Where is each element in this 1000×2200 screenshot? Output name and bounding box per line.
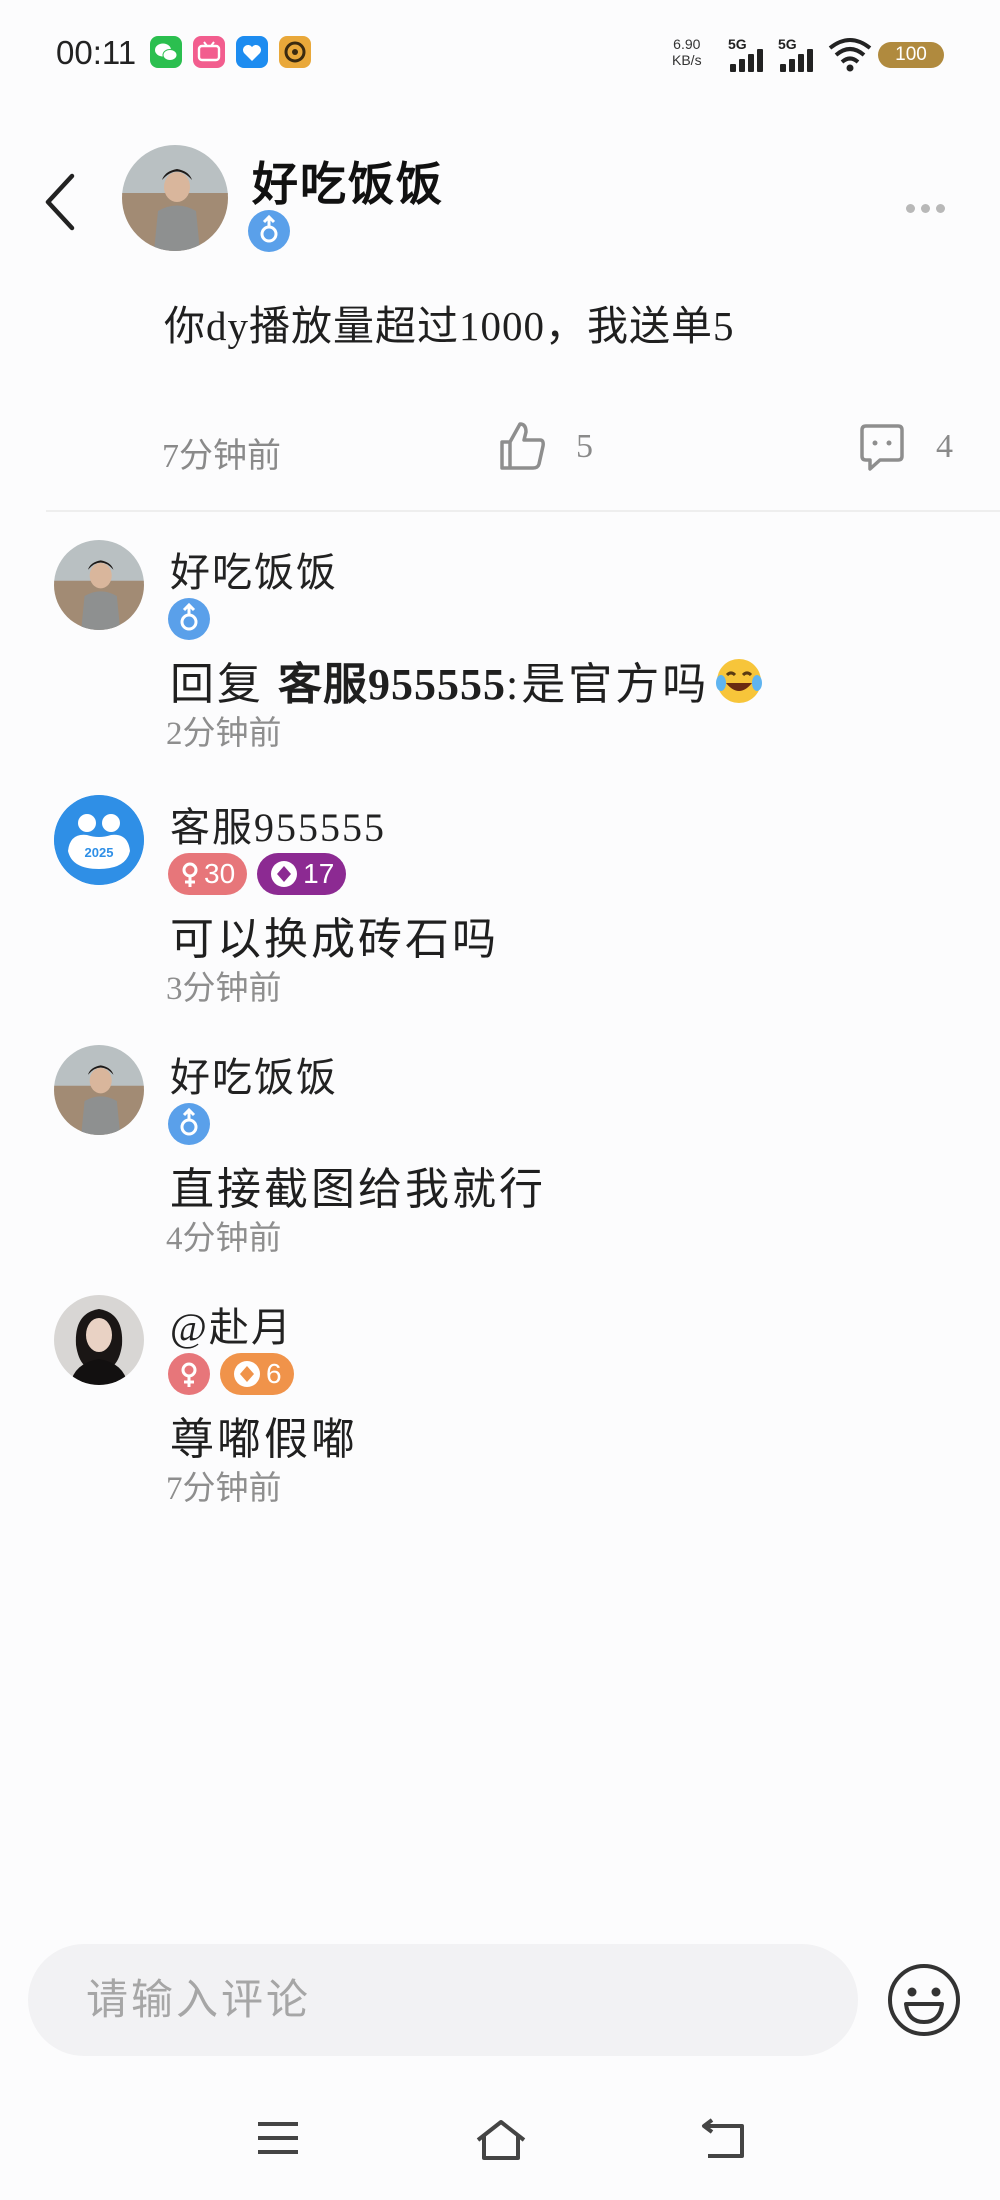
divider	[46, 510, 1000, 512]
comment-time: 2分钟前	[166, 716, 282, 752]
status-bar: 00:11 6.90 KB/s 5G 5G 100	[0, 0, 1000, 110]
alipay-icon	[236, 36, 268, 68]
post-meta: 7分钟前 5 4	[0, 410, 1000, 490]
avatar-text: 2025	[85, 845, 114, 860]
male-icon	[248, 210, 290, 252]
commenter-name[interactable]: 好吃饭饭	[170, 1045, 338, 1103]
comment-bubble-icon[interactable]	[856, 422, 908, 479]
comment-time: 7分钟前	[166, 1471, 282, 1507]
signal2-label: 5G	[778, 36, 797, 52]
more-options-icon[interactable]	[906, 200, 951, 218]
male-icon	[168, 1103, 210, 1145]
comment-count: 4	[936, 428, 953, 465]
diamond-level-value: 6	[266, 1358, 282, 1389]
menu-icon[interactable]	[256, 2118, 300, 2163]
comment-item[interactable]: 好吃饭饭 回复 客服955555:是官方吗 2分钟前	[0, 540, 1000, 780]
network-speed: 6.90 KB/s	[672, 36, 702, 68]
thumbs-up-icon[interactable]	[496, 420, 548, 477]
reply-prefix: 回复	[170, 660, 278, 709]
female-icon	[182, 862, 198, 887]
female-level-value: 30	[204, 858, 236, 889]
back-arrow-icon[interactable]	[40, 172, 80, 232]
reply-target[interactable]: 客服955555	[278, 660, 506, 709]
female-icon	[168, 1353, 210, 1395]
bilibili-icon	[193, 36, 225, 68]
wechat-icon	[150, 36, 182, 68]
male-icon	[168, 598, 210, 640]
comment-time: 3分钟前	[166, 971, 282, 1007]
commenter-avatar[interactable]	[54, 1045, 144, 1135]
signal-icon-1: 5G	[728, 36, 772, 72]
author-avatar[interactable]	[122, 145, 228, 251]
net-speed-value: 6.90	[673, 36, 701, 52]
wifi-icon	[828, 36, 872, 77]
post-content: 你dy播放量超过1000，我送单5	[164, 303, 735, 349]
system-nav-bar	[0, 2100, 1000, 2200]
post-header: 好吃饭饭	[0, 140, 1000, 270]
comment-input[interactable]	[84, 1944, 828, 2058]
female-level-badge: 30	[168, 853, 248, 895]
badge-row	[168, 598, 210, 640]
commenter-name[interactable]: @赴月	[170, 1295, 293, 1353]
commenter-name[interactable]: 好吃饭饭	[170, 540, 338, 598]
emoji-icon[interactable]	[884, 1960, 964, 2045]
badge-row: 30 17	[168, 853, 347, 895]
like-count: 5	[576, 428, 593, 465]
comment-item[interactable]: 好吃饭饭 直接截图给我就行 4分钟前	[0, 1045, 1000, 1285]
diamond-icon	[271, 861, 298, 887]
status-time: 00:11	[56, 34, 137, 71]
comment-text: 直接截图给我就行	[170, 1165, 546, 1214]
diamond-level-badge: 6	[220, 1353, 294, 1395]
post-time: 7分钟前	[162, 438, 281, 475]
badge-row	[168, 1103, 210, 1145]
comment-input-bar[interactable]	[28, 1944, 858, 2058]
comment-time: 4分钟前	[166, 1221, 282, 1257]
net-speed-unit: KB/s	[672, 52, 702, 68]
comment-text: 可以换成砖石吗	[170, 915, 499, 964]
music-app-icon	[279, 36, 311, 68]
badge-row: 6	[168, 1353, 294, 1395]
back-nav-icon[interactable]	[698, 2118, 748, 2167]
commenter-avatar[interactable]	[54, 1295, 144, 1385]
reply-body: :是官方吗	[506, 660, 710, 709]
signal-icon-2: 5G	[778, 36, 822, 72]
author-name[interactable]: 好吃饭饭	[252, 148, 444, 214]
battery-indicator: 100	[878, 42, 944, 68]
home-icon[interactable]	[474, 2118, 528, 2167]
commenter-avatar[interactable]: 2025	[54, 795, 144, 885]
commenter-name[interactable]: 客服955555	[170, 795, 386, 853]
commenter-avatar[interactable]	[54, 540, 144, 630]
diamond-level-value: 17	[303, 858, 335, 889]
laughing-tears-emoji-icon	[713, 655, 765, 718]
diamond-level-badge: 17	[257, 853, 347, 895]
comment-text: 尊嘟假嘟	[170, 1415, 358, 1464]
comment-item[interactable]: @赴月 6 尊嘟假嘟 7分钟前	[0, 1295, 1000, 1535]
comment-item[interactable]: 2025 客服955555 30 17 可以换成砖石吗 3分钟前	[0, 795, 1000, 1035]
signal1-label: 5G	[728, 36, 747, 52]
diamond-icon	[234, 1361, 260, 1387]
